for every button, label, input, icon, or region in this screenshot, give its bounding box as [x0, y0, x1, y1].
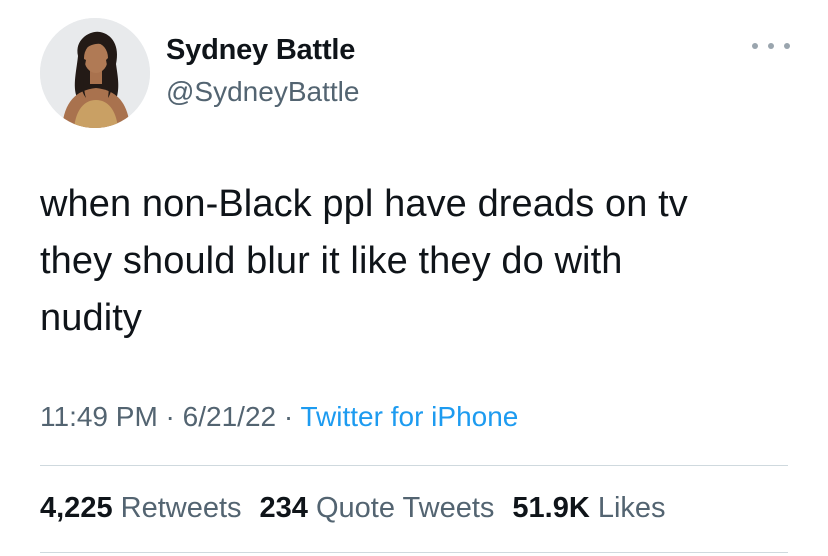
likes-label: Likes	[597, 492, 666, 524]
tweet-meta: 11:49 PM · 6/21/22 · Twitter for iPhone	[40, 397, 518, 437]
dot	[768, 43, 774, 49]
tweet-text: when non-Black ppl have dreads on tv the…	[40, 183, 688, 339]
likes-count: 51.9K	[512, 492, 590, 524]
retweets-stat[interactable]: 4,225 Retweets	[40, 492, 242, 524]
divider	[40, 552, 788, 553]
avatar[interactable]	[40, 18, 150, 128]
author-name[interactable]: Sydney Battle	[166, 32, 355, 68]
divider	[40, 465, 788, 466]
tweet-source-link[interactable]: Twitter for iPhone	[300, 401, 518, 432]
likes-stat[interactable]: 51.9K Likes	[512, 492, 665, 524]
tweet-card: Sydney Battle @SydneyBattle when non-Bla…	[0, 0, 828, 556]
ellipsis-icon[interactable]	[752, 34, 790, 58]
meta-separator: ·	[276, 401, 301, 432]
tweet-time[interactable]: 11:49 PM	[40, 401, 158, 432]
quote-tweets-stat[interactable]: 234 Quote Tweets	[260, 492, 495, 524]
meta-separator: ·	[157, 401, 183, 432]
quote-tweets-label: Quote Tweets	[315, 492, 495, 524]
author-handle[interactable]: @SydneyBattle	[166, 74, 359, 110]
dot	[784, 43, 790, 49]
retweets-count: 4,225	[40, 492, 113, 524]
quote-tweets-count: 234	[259, 492, 308, 524]
dot	[752, 43, 758, 49]
tweet-stats: 4,225 Retweets 234 Quote Tweets 51.9K Like…	[40, 489, 684, 527]
profile-photo-icon	[40, 18, 150, 128]
retweets-label: Retweets	[120, 492, 242, 524]
tweet-date[interactable]: 6/21/22	[183, 401, 276, 432]
